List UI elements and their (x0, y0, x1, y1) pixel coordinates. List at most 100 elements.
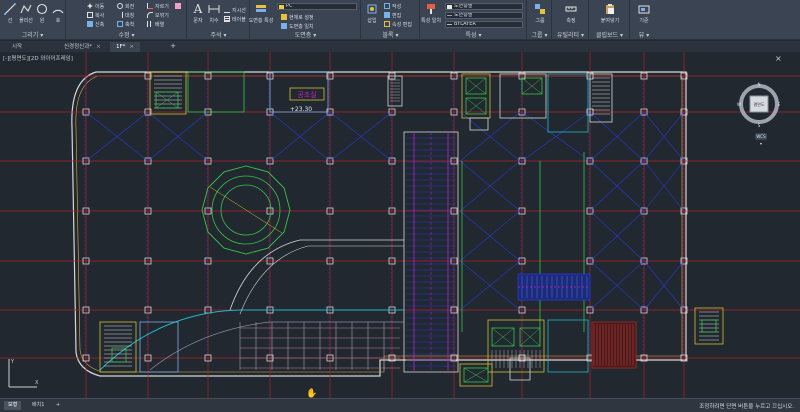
move-button[interactable]: 이동 (87, 2, 104, 10)
edit-block-button[interactable]: 편집 (384, 11, 401, 19)
rotate-label: 회전 (125, 3, 135, 10)
panel-utilities-title: 유틸리티 ▾ (557, 32, 584, 39)
lineweight-value: BYLAYER (454, 21, 476, 27)
document-tab-bar: 시작 신경정신과* × 1F* × + (0, 41, 800, 52)
trim-icon (147, 3, 153, 9)
shaft-room (387, 75, 403, 107)
create-block-label: 작성 (392, 3, 402, 10)
ramp-curve (239, 245, 404, 315)
tab-1f[interactable]: 1F* × (110, 42, 141, 52)
close-icon[interactable]: × (96, 44, 101, 50)
color-value: 도면층별 (454, 3, 473, 9)
set-current-label: 현재로 설정 (289, 14, 314, 21)
paste-button[interactable]: 붙여넣기 (601, 3, 619, 27)
close-viewport-icon[interactable]: × (775, 54, 782, 63)
tab-psychiatry[interactable]: 신경정신과* × (58, 42, 107, 52)
layer-dropdown[interactable]: PC (277, 3, 357, 10)
dimension-label: 치수 (209, 18, 219, 24)
leader-icon (224, 7, 230, 13)
insert-button[interactable]: 삽입 (364, 3, 380, 27)
rotate-icon (117, 3, 123, 9)
stretch-icon (87, 21, 93, 27)
viewcube-face-label[interactable]: 평면도 (753, 101, 764, 107)
measure-icon (565, 6, 577, 12)
tab-model[interactable]: 모형 (4, 401, 22, 410)
viewcube[interactable]: N E S W 평면도 (737, 82, 781, 128)
linetype-value: 도면층별 (454, 12, 473, 18)
panel-modify-title: 수정 ▾ (118, 32, 135, 39)
layer-bulb-icon (279, 5, 284, 9)
edit-attribute-button[interactable]: 속성 편집 (384, 20, 412, 28)
edit-block-icon (384, 12, 390, 18)
base-view-button[interactable]: 기준 (636, 3, 652, 27)
dimension-button[interactable]: 치수 (206, 3, 222, 27)
wcs-menu[interactable]: WCS ▾ (755, 133, 767, 146)
eraser-button[interactable] (175, 2, 181, 10)
drawing-canvas[interactable]: 공조실 +23.30 [-][평면도][2D 와이어프레임] × N E S W … (0, 52, 800, 398)
trim-button[interactable]: 자르기 (147, 2, 169, 10)
scale-label: 축척 (125, 21, 135, 28)
set-current-button[interactable]: 현재로 설정 (281, 13, 314, 21)
panel-groups-title: 그룹 ▾ (531, 32, 548, 39)
copy-button[interactable]: 복사 (87, 11, 104, 19)
stretch-button[interactable]: 신축 (87, 20, 104, 28)
group-button[interactable]: 그룹 (532, 3, 548, 27)
arc-button[interactable]: 호 (50, 3, 66, 27)
panel-block-title: 블록 ▾ (382, 32, 399, 39)
ucs-icon: Y X (8, 359, 39, 388)
layer-properties-icon (256, 5, 266, 12)
panel-draw: 선 폴리선 원 호 그리기 ▾ (0, 0, 66, 40)
circle-button[interactable]: 원 (34, 3, 50, 27)
close-icon[interactable]: × (129, 44, 134, 50)
layer-properties-button[interactable]: 도면층 특성 (249, 3, 273, 27)
new-tab-button[interactable]: + (168, 42, 178, 51)
lobby-room (139, 321, 179, 373)
tab-start[interactable]: 시작 (6, 42, 28, 52)
compass-south[interactable]: S (758, 123, 761, 128)
panel-utilities: 측정 유틸리티 ▾ (553, 0, 589, 40)
panel-clipboard: 붙여넣기 클립보드 ▾ (590, 0, 630, 40)
dimension-icon (208, 5, 220, 13)
color-dropdown[interactable]: 도면층별 (445, 3, 523, 10)
lineweight-swatch (447, 24, 452, 25)
create-block-button[interactable]: 작성 (384, 2, 401, 10)
tab-1f-label: 1F* (116, 44, 126, 50)
viewport-controls-label[interactable]: [-][평면도][2D 와이어프레임] (3, 54, 73, 62)
small-stair (469, 117, 489, 131)
match-layer-button[interactable]: 도면층 일치 (281, 22, 314, 30)
compass-east[interactable]: E (778, 102, 781, 107)
lineweight-dropdown[interactable]: BYLAYER (445, 21, 523, 28)
panel-draw-title: 그리기 ▾ (21, 32, 44, 39)
table-icon (224, 16, 230, 22)
status-bar: 모형 배치1 + 조정하려면 단면 버튼을 누르고 끄십시오. (0, 398, 800, 412)
array-button[interactable]: 배열 (147, 20, 164, 28)
rotate-button[interactable]: 회전 (117, 2, 134, 10)
insert-icon (367, 4, 377, 14)
leader-button[interactable]: 지시선 (224, 6, 246, 14)
panel-properties: 특성 일치 도면층별 도면층별 BYLAYER 특성 ▾ (421, 0, 527, 40)
mirror-button[interactable]: 대칭 (117, 11, 134, 19)
match-layer-icon (281, 23, 287, 29)
add-layout-button[interactable]: + (52, 401, 64, 410)
compass-west[interactable]: W (737, 102, 741, 107)
match-properties-button[interactable]: 특성 일치 (421, 3, 441, 27)
tab-layout1[interactable]: 배치1 (28, 401, 48, 410)
set-current-icon (281, 14, 287, 20)
measure-button[interactable]: 측정 (563, 3, 579, 27)
polyline-button[interactable]: 폴리선 (18, 3, 34, 27)
svg-text:X: X (35, 380, 39, 386)
eraser-icon (175, 3, 181, 9)
text-button[interactable]: A 문자 (190, 3, 206, 27)
pan-hand-icon: ✋ (306, 389, 318, 398)
fillet-button[interactable]: 모깎기 (147, 11, 169, 19)
elevator-box (701, 319, 717, 333)
ribbon: 선 폴리선 원 호 그리기 ▾ 이동 회전 자르기 복사 대칭 모깎기 신축 축… (0, 0, 800, 40)
insert-label: 삽입 (367, 18, 377, 24)
scale-button[interactable]: 축척 (117, 20, 134, 28)
line-button[interactable]: 선 (2, 3, 18, 27)
compass-north[interactable]: N (758, 82, 761, 87)
linetype-dropdown[interactable]: 도면층별 (445, 12, 523, 19)
table-button[interactable]: 테이블 (224, 15, 246, 23)
tab-psychiatry-label: 신경정신과* (64, 44, 93, 50)
match-properties-icon (427, 4, 435, 14)
